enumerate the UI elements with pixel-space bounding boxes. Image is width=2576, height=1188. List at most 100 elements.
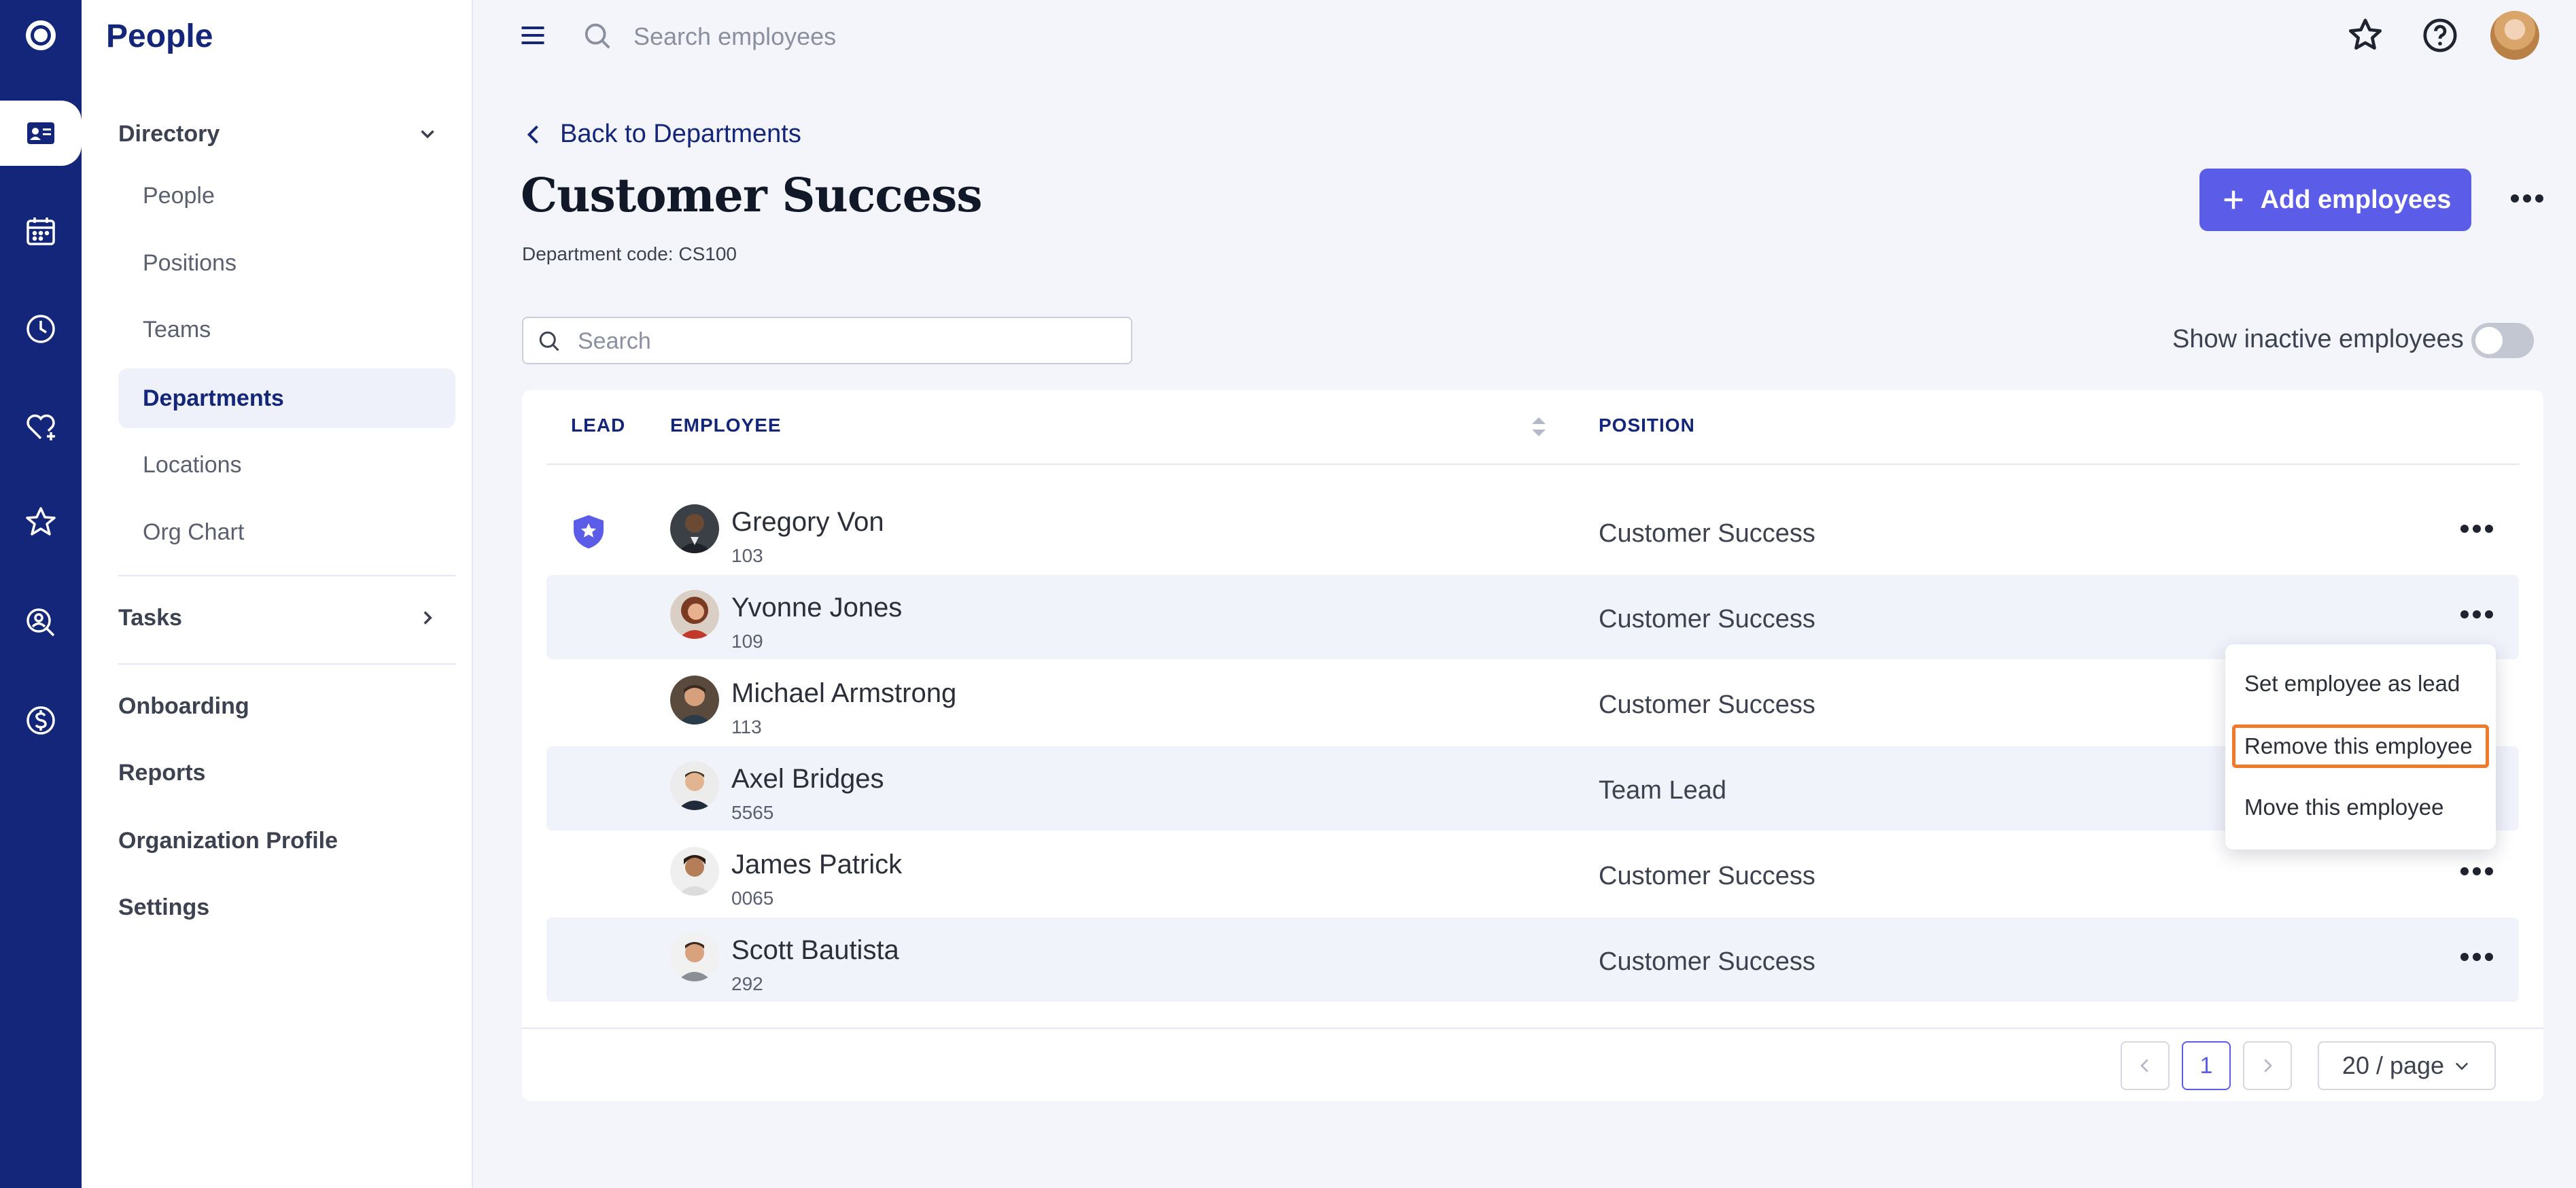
sidebar-group-tasks[interactable]: Tasks (118, 594, 455, 642)
column-header-employee[interactable]: EMPLOYEE (670, 415, 782, 436)
sidebar-item-departments[interactable]: Departments (118, 368, 455, 428)
employee-name[interactable]: Michael Armstrong (731, 678, 956, 709)
sidebar-divider (118, 663, 455, 665)
employee-name[interactable]: James Patrick (731, 850, 902, 880)
page-size-label: 20 / page (2342, 1051, 2445, 1079)
clock-icon[interactable] (0, 296, 82, 362)
table-row: Michael Armstrong 113 Customer Success (546, 661, 2519, 745)
prev-page-button[interactable] (2121, 1041, 2170, 1090)
chevron-left-icon (2140, 1059, 2148, 1072)
sidebar: People Directory People Positions Teams … (82, 0, 473, 1188)
employee-position: Customer Success (1599, 691, 1815, 719)
dollar-icon[interactable] (0, 688, 82, 753)
calendar-icon[interactable] (0, 198, 82, 264)
chevron-down-icon (2455, 1062, 2469, 1070)
row-more-icon[interactable] (2458, 515, 2496, 542)
back-to-departments-link[interactable]: Back to Departments (522, 120, 801, 149)
employee-name[interactable]: Axel Bridges (731, 764, 884, 794)
avatar (670, 847, 719, 896)
lead-shield-icon (574, 515, 604, 548)
employee-id: 292 (731, 973, 763, 994)
show-inactive-label: Show inactive employees (2172, 325, 2464, 353)
chevron-right-icon (2264, 1059, 2272, 1072)
add-employees-label: Add employees (2260, 185, 2452, 214)
employee-position: Team Lead (1599, 776, 1727, 805)
employee-id: 113 (731, 716, 762, 737)
directory-icon[interactable] (0, 101, 82, 166)
menu-icon[interactable] (518, 20, 548, 50)
table-row: Scott Bautista 292 Customer Success (546, 918, 2519, 1002)
row-more-icon[interactable] (2458, 601, 2496, 628)
page-title: Customer Success (521, 169, 983, 223)
sidebar-item-settings[interactable]: Settings (118, 884, 209, 931)
table-row: Yvonne Jones 109 Customer Success (546, 575, 2519, 659)
sidebar-group-label: Directory (118, 120, 220, 147)
row-more-icon[interactable] (2458, 943, 2496, 971)
set-as-lead-menu-item[interactable]: Set employee as lead (2232, 662, 2489, 705)
star-icon[interactable] (0, 489, 82, 555)
move-employee-menu-item[interactable]: Move this employee (2232, 786, 2489, 829)
sidebar-item-locations[interactable]: Locations (118, 435, 455, 495)
app-title: People (106, 18, 213, 54)
sidebar-item-teams[interactable]: Teams (118, 300, 455, 360)
employee-name[interactable]: Scott Bautista (731, 935, 899, 966)
table-row: Axel Bridges 5565 Team Lead (546, 746, 2519, 831)
employee-search-input[interactable] (632, 16, 1247, 57)
chevron-down-icon (421, 130, 434, 139)
show-inactive-toggle[interactable] (2471, 323, 2534, 358)
employee-id: 5565 (731, 802, 774, 823)
sidebar-item-onboarding[interactable]: Onboarding (118, 682, 249, 730)
sidebar-item-people[interactable]: People (118, 166, 455, 226)
sidebar-item-positions[interactable]: Positions (118, 233, 455, 293)
table-row: Gregory Von 103 Customer Success (546, 489, 2519, 574)
footer-divider (522, 1028, 2543, 1029)
avatar (670, 504, 719, 553)
employee-name[interactable]: Gregory Von (731, 507, 884, 538)
avatar (670, 676, 719, 724)
more-options-icon[interactable] (2508, 184, 2546, 213)
avatar (670, 590, 719, 639)
sidebar-item-reports[interactable]: Reports (118, 749, 205, 797)
employee-id: 103 (731, 545, 763, 566)
plus-icon (2224, 190, 2242, 209)
employee-name[interactable]: Yvonne Jones (731, 593, 902, 623)
add-employees-button[interactable]: Add employees (2199, 169, 2471, 231)
row-more-icon[interactable] (2458, 858, 2496, 885)
department-code: Department code: CS100 (522, 243, 737, 264)
sidebar-item-org-chart[interactable]: Org Chart (118, 502, 455, 562)
employee-id: 0065 (731, 888, 774, 909)
sidebar-group-label: Tasks (118, 604, 182, 631)
chevron-right-icon (423, 611, 432, 625)
next-page-button[interactable] (2243, 1041, 2292, 1090)
page-number-button[interactable]: 1 (2182, 1041, 2231, 1090)
search-icon (585, 23, 610, 49)
sidebar-group-directory[interactable]: Directory (118, 110, 455, 158)
column-header-position: POSITION (1599, 415, 1695, 436)
sidebar-item-organization-profile[interactable]: Organization Profile (118, 817, 338, 864)
employee-position: Customer Success (1599, 605, 1815, 633)
employee-position: Customer Success (1599, 862, 1815, 890)
user-avatar[interactable] (2490, 11, 2539, 60)
sort-icon[interactable] (1529, 415, 1548, 439)
table-row: James Patrick 0065 Customer Success (546, 832, 2519, 916)
search-icon (539, 331, 559, 351)
page-size-select[interactable]: 20 / page (2318, 1041, 2496, 1090)
table-search-input[interactable] (576, 324, 1116, 359)
header-divider (546, 464, 2519, 465)
employee-position: Customer Success (1599, 519, 1815, 548)
icon-rail (0, 0, 82, 1188)
help-icon[interactable] (2421, 16, 2459, 54)
app-logo-icon[interactable] (0, 3, 82, 68)
employee-id: 109 (731, 631, 763, 652)
person-search-icon[interactable] (0, 590, 82, 655)
favorites-star-icon[interactable] (2346, 16, 2384, 54)
remove-employee-menu-item[interactable]: Remove this employee (2232, 724, 2489, 768)
avatar (670, 761, 719, 810)
sidebar-divider (118, 575, 455, 576)
avatar (670, 932, 719, 981)
back-link-label: Back to Departments (560, 120, 801, 148)
row-context-menu: Set employee as lead Remove this employe… (2225, 644, 2496, 850)
table-search-field[interactable] (522, 317, 1132, 364)
toggle-knob (2475, 327, 2503, 354)
heart-plus-icon[interactable] (0, 394, 82, 459)
